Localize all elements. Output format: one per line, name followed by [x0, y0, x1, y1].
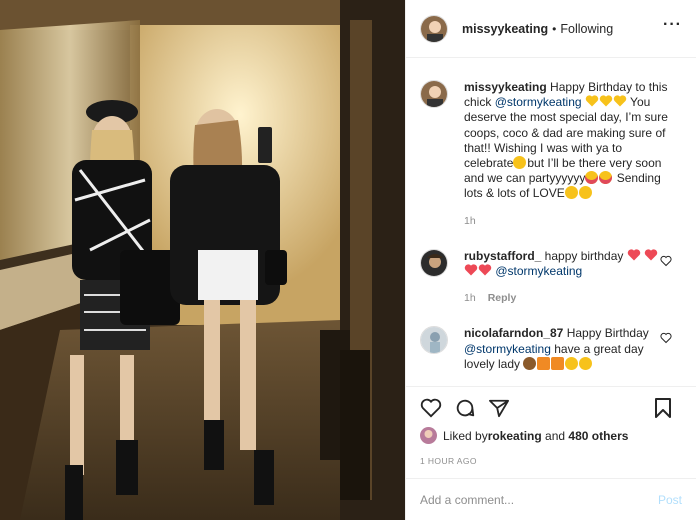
post-photo[interactable]: [0, 0, 405, 520]
following-button[interactable]: Following: [560, 22, 613, 36]
comment-time[interactable]: 1h: [464, 292, 476, 304]
caption-username[interactable]: missyykeating: [464, 80, 547, 94]
caption-body: missyykeating Happy Birthday to this chi…: [464, 80, 672, 229]
add-comment-bar: Post: [406, 478, 696, 520]
gift-icon: [551, 356, 565, 370]
likes-count[interactable]: 480 others: [568, 429, 628, 443]
comment-meta: 1h Reply: [464, 291, 672, 306]
action-icons: [420, 387, 682, 429]
caption-comment: missyykeating Happy Birthday to this chi…: [420, 80, 682, 229]
comment-bubble-icon[interactable]: [454, 397, 476, 419]
separator-dot: •: [552, 21, 557, 36]
commenter-username[interactable]: rubystafford_: [464, 249, 541, 263]
comment-mention[interactable]: @stormykeating: [464, 342, 551, 356]
author-username[interactable]: missyykeating: [462, 22, 548, 36]
share-paper-plane-icon[interactable]: [488, 398, 510, 418]
more-options-icon[interactable]: ···: [663, 17, 682, 33]
post-timestamp[interactable]: 1 HOUR AGO: [420, 456, 682, 466]
disappointed-face-icon: [513, 156, 527, 170]
liked-by-user[interactable]: rokeating: [488, 429, 542, 443]
party-face-icon: [565, 356, 579, 370]
post-actions: Liked by rokeating and 480 others 1 HOUR…: [406, 386, 696, 478]
likes-summary: Liked by rokeating and 480 others: [420, 427, 682, 444]
save-bookmark-icon[interactable]: [654, 397, 672, 419]
kissing-face-icon: [578, 186, 592, 200]
liker-avatar[interactable]: [420, 427, 437, 444]
cake-icon: [523, 356, 537, 370]
star-struck-icon: [585, 171, 599, 185]
post-comment-button[interactable]: Post: [658, 493, 682, 507]
comment-item: nicolafarndon_87 Happy Birthday @stormyk…: [420, 326, 682, 372]
liked-by-prefix: Liked by: [443, 428, 488, 443]
like-comment-icon[interactable]: [660, 255, 672, 267]
comments-list[interactable]: missyykeating Happy Birthday to this chi…: [406, 58, 696, 386]
reply-button[interactable]: Reply: [488, 292, 517, 304]
party-face-icon: [579, 356, 593, 370]
comment-item: rubystafford_ happy birthday @stormykeat…: [420, 248, 682, 307]
comment-mention[interactable]: @stormykeating: [495, 264, 582, 278]
commenter-avatar[interactable]: [420, 248, 448, 277]
liked-by-and: and: [541, 428, 569, 443]
post-header: missyykeating • Following ···: [406, 0, 696, 58]
caption-mention[interactable]: @stormykeating: [495, 95, 582, 109]
commenter-avatar[interactable]: [420, 326, 448, 355]
comment-body: nicolafarndon_87 Happy Birthday @stormyk…: [464, 326, 672, 372]
comment-text: Happy Birthday: [563, 326, 649, 341]
caption-meta: 1h: [464, 214, 672, 229]
star-struck-icon: [599, 171, 613, 185]
like-heart-icon[interactable]: [420, 398, 442, 418]
author-avatar[interactable]: [420, 14, 448, 43]
yellow-heart-icon: [585, 95, 627, 109]
comment-text: happy birthday: [541, 248, 627, 263]
comment-input[interactable]: [420, 492, 658, 507]
post-sidebar: missyykeating • Following ··· missyykeat…: [405, 0, 696, 520]
comment-body: rubystafford_ happy birthday @stormykeat…: [464, 249, 672, 307]
gift-icon: [537, 356, 551, 370]
caption-time[interactable]: 1h: [464, 215, 476, 227]
kissing-face-icon: [564, 186, 578, 200]
commenter-username[interactable]: nicolafarndon_87: [464, 326, 563, 340]
like-comment-icon[interactable]: [660, 332, 672, 344]
caption-avatar[interactable]: [420, 80, 448, 108]
